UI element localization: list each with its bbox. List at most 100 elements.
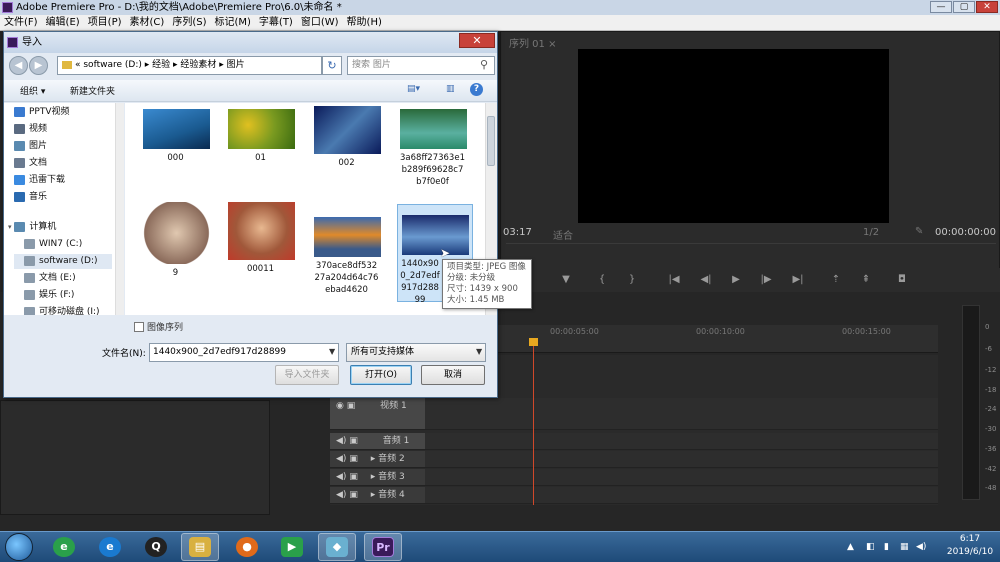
nav-item-thunder[interactable]: 迅雷下载 [14,173,65,188]
export-frame-icon[interactable]: ◘ [892,272,912,287]
tray-expand-icon[interactable]: ▲ [847,542,857,552]
tray-app-icon[interactable]: ◧ [866,542,876,552]
forward-arrow-icon[interactable]: ▶ [29,56,48,75]
search-icon[interactable]: ⚲ [480,59,492,71]
go-to-out-icon[interactable]: ▶| [788,272,808,287]
file-item[interactable]: 00011 [227,201,295,276]
track-row-audio-1[interactable] [425,433,938,450]
file-item[interactable]: 002 [313,105,381,170]
back-arrow-icon[interactable]: ◀ [9,56,28,75]
eye-icon[interactable]: ◉ [336,401,344,411]
menu-sequence[interactable]: 序列(S) [168,15,210,30]
track-header-video-1[interactable]: ◉ ▣ 视频 1 [330,398,425,430]
filename-input[interactable]: 1440x900_2d7edf917d28899 [149,343,339,362]
view-options-icon[interactable]: ▤▾ [407,84,420,94]
image-sequence-checkbox[interactable] [134,322,144,332]
help-icon[interactable]: ? [470,83,483,96]
start-button[interactable] [5,533,33,561]
clock-time[interactable]: 6:17 [945,534,995,544]
track-header-audio-2[interactable]: ◀) ▣ ▸ 音频 2 [330,451,425,468]
menu-window[interactable]: 窗口(W) [297,15,343,30]
organize-button[interactable]: 组织 ▾ [20,84,45,97]
import-folder-button[interactable]: 导入文件夹 [275,365,339,385]
track-header-audio-3[interactable]: ◀) ▣ ▸ 音频 3 [330,469,425,486]
chevron-down-icon[interactable]: ▼ [329,347,335,356]
maximize-button[interactable]: ▢ [953,1,975,13]
nav-item-pictures[interactable]: 图片 [14,139,47,154]
usb-icon[interactable]: ▮ [884,542,894,552]
extract-icon[interactable]: ⇞ [856,272,876,287]
address-bar[interactable]: « software (D:) ▸ 经验 ▸ 经验素材 ▸ 图片 [57,56,322,75]
file-item[interactable]: 01 [227,108,295,165]
wrench-icon[interactable]: ✎ [915,226,923,237]
transport-controls: ▼ { } |◀ ◀| ▶ |▶ ▶| ⇡ ⇞ ◘ [500,268,1000,292]
clock-date[interactable]: 2019/6/10 [940,547,1000,557]
track-row-audio-2[interactable] [425,451,938,468]
track-row-audio-4[interactable] [425,487,938,504]
out-point-icon[interactable]: } [622,272,642,287]
file-item[interactable]: 3a68ff27363e1b289f69628c7b7f0e0f [399,108,467,189]
track-header-audio-4[interactable]: ◀) ▣ ▸ 音频 4 [330,487,425,504]
play-icon[interactable]: ▶ [726,272,746,287]
nav-item-drive-i[interactable]: 可移动磁盘 (I:) [24,305,100,315]
nav-item-pptv[interactable]: PPTV视频 [14,105,70,120]
cancel-button[interactable]: 取消 [421,365,485,385]
nav-scrollbar[interactable] [115,103,124,315]
track-row-audio-3[interactable] [425,469,938,486]
speaker-icon[interactable]: ◀) [336,436,346,446]
close-button[interactable]: ✕ [976,1,998,13]
track-row-video-1[interactable] [425,398,938,430]
file-item[interactable]: 000 [142,108,210,165]
resolution-dropdown[interactable]: 1/2 [863,227,879,238]
lift-icon[interactable]: ⇡ [826,272,846,287]
nav-item-drive-f[interactable]: 娱乐 (F:) [24,288,74,303]
nav-item-drive-e[interactable]: 文档 (E:) [24,271,76,286]
menu-help[interactable]: 帮助(H) [343,15,386,30]
step-back-icon[interactable]: ◀| [696,272,716,287]
menu-clip[interactable]: 素材(C) [126,15,169,30]
nav-item-drive-c[interactable]: WIN7 (C:) [24,237,82,252]
refresh-icon[interactable]: ↻ [322,56,342,75]
nav-item-videos[interactable]: 视频 [14,122,47,137]
go-to-in-icon[interactable]: |◀ [664,272,684,287]
scrollbar-thumb[interactable] [487,116,495,166]
new-folder-button[interactable]: 新建文件夹 [70,84,115,97]
nav-item-computer[interactable]: ▾ 计算机 [8,220,56,235]
speaker-icon[interactable]: ◀) [336,490,346,500]
dialog-close-button[interactable]: ✕ [459,33,495,48]
timeline-ruler[interactable]: 00:00:05:00 00:00:10:00 00:00:15:00 [495,325,938,353]
network-icon[interactable]: ▦ [900,542,910,552]
file-type-select[interactable]: 所有可支持媒体 [346,343,486,362]
preview-pane-icon[interactable]: ▥ [446,84,455,94]
track-header-audio-1[interactable]: ◀) ▣ 音频 1 [330,433,425,450]
expand-icon[interactable]: ▸ [371,472,376,482]
monitor-tab[interactable]: 序列 01 × [509,35,556,50]
window-controls: — ▢ ✕ [929,1,998,14]
speaker-icon[interactable]: ◀) [336,454,346,464]
nav-item-documents[interactable]: 文档 [14,156,47,171]
monitor-scrubber[interactable] [506,243,996,255]
volume-icon[interactable]: ◀) [916,542,926,552]
open-button[interactable]: 打开(O) [350,365,412,385]
search-input[interactable]: 搜索 图片 [347,56,495,75]
expand-icon[interactable]: ▸ [371,490,376,500]
menu-project[interactable]: 项目(P) [84,15,126,30]
in-point-icon[interactable]: { [592,272,612,287]
nav-item-drive-d[interactable]: software (D:) [14,254,112,269]
menu-file[interactable]: 文件(F) [0,15,42,30]
marker-icon[interactable]: ▼ [556,272,576,287]
chevron-down-icon[interactable]: ▾ [8,223,12,231]
menu-edit[interactable]: 编辑(E) [42,15,84,30]
menu-title[interactable]: 字幕(T) [255,15,297,30]
playhead-handle[interactable] [529,338,538,346]
chevron-down-icon[interactable]: ▼ [476,347,482,356]
fit-dropdown[interactable]: 适合 [553,227,573,242]
minimize-button[interactable]: — [930,1,952,13]
file-item[interactable]: 370ace8df53227a204d64c76ebad4620 [313,216,381,297]
speaker-icon[interactable]: ◀) [336,472,346,482]
step-forward-icon[interactable]: |▶ [756,272,776,287]
nav-item-music[interactable]: 音乐 [14,190,47,205]
menu-marker[interactable]: 标记(M) [210,15,254,30]
expand-icon[interactable]: ▸ [371,454,376,464]
file-item[interactable]: 9 [142,201,210,280]
